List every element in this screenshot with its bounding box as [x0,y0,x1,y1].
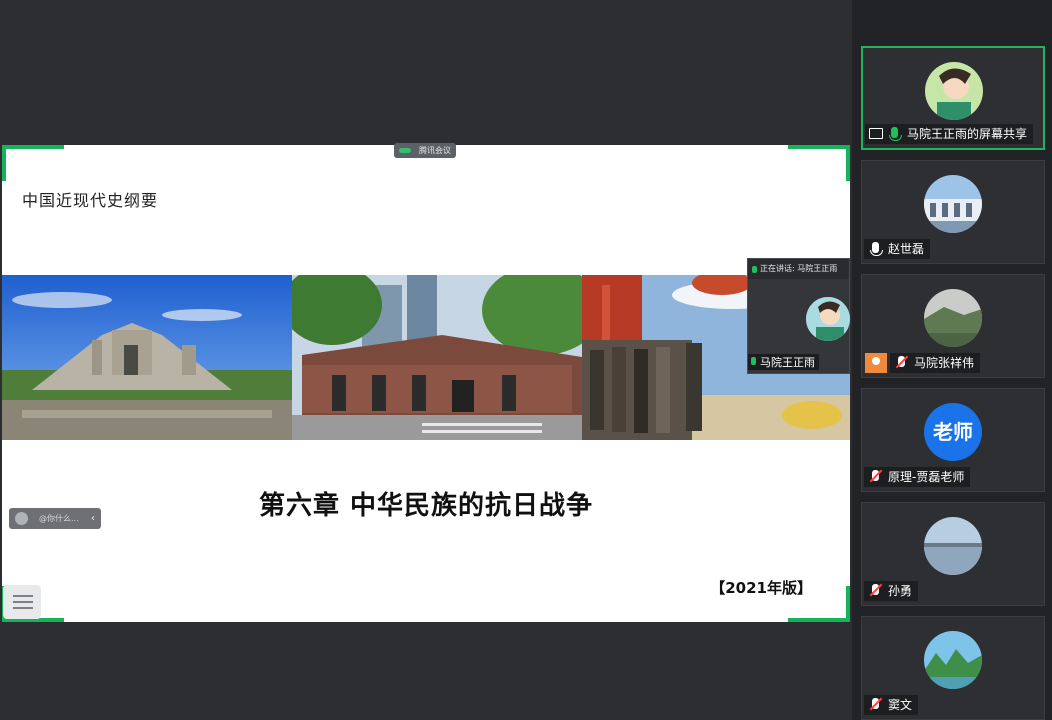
avatar [924,631,982,689]
participant-label: 马院张祥伟 [865,353,981,373]
avatar: 老师 [924,403,982,461]
slide-corner-marker [846,586,850,622]
avatar [924,175,982,233]
speaker-name-tag: 马院王正雨 [748,354,819,370]
screen-share-icon [869,128,883,139]
app-logo-icon [399,148,411,153]
slide-corner-marker [788,618,850,622]
participant-label: 窦文 [864,695,919,715]
slide-corner-marker [788,145,850,149]
avatar [925,62,983,120]
participant-tile[interactable]: 赵世磊 [861,160,1045,264]
participant-tile[interactable]: 马院张祥伟 [861,274,1045,378]
ruins-photo [2,275,292,440]
speaker-name: 马院王正雨 [760,356,815,369]
participant-label: 赵世磊 [864,239,931,259]
participant-label: 原理-贾磊老师 [864,467,971,487]
chat-hint-text: @你什么... [39,514,79,523]
participant-name: 赵世磊 [888,242,925,256]
participant-label: 马院王正雨的屏幕共享 [865,124,1034,144]
participant-tile[interactable]: 老师 原理-贾磊老师 [861,388,1045,492]
participant-name: 原理-贾磊老师 [888,470,965,484]
user-icon [865,353,887,373]
mic-muted-icon [898,356,905,367]
app-chip-label: 腾讯会议 [419,146,451,155]
avatar [924,517,982,575]
speaking-indicator: 正在讲话: 马院王正雨 [748,259,849,279]
list-icon-line [13,607,33,609]
mic-muted-icon [872,470,879,481]
speaking-text: 正在讲话: 马院王正雨 [760,264,838,273]
meeting-app-chip[interactable]: 腾讯会议 [394,143,456,158]
chevron-left-icon[interactable]: ‹ [91,508,95,529]
chat-hint-bar[interactable]: @你什么... ‹ [9,508,101,529]
slide-corner-marker [2,145,64,149]
historic-building-photo [292,275,582,440]
mic-muted-icon [872,698,879,709]
meeting-window: 中国近现代史纲要 第六章 中华民族的抗日战争 【2021年版】 腾讯会议 @你什… [0,0,1052,720]
avatar [924,289,982,347]
slide-photo-banner [2,275,850,440]
participant-name: 孙勇 [888,584,913,598]
slide-corner-marker [846,145,850,181]
active-speaker-pip[interactable]: 正在讲话: 马院王正雨 马院王正雨 [747,258,850,374]
member-list-button[interactable] [3,585,41,619]
participant-name: 马院张祥伟 [914,356,975,370]
slide-corner-marker [2,145,6,181]
list-icon-line [13,601,33,603]
mic-icon [751,357,756,365]
slide-edition-label: 【2021年版】 [710,579,812,597]
list-icon [13,595,33,597]
slide-course-title: 中国近现代史纲要 [22,191,159,210]
participant-name: 马院王正雨的屏幕共享 [907,127,1028,141]
participant-tile[interactable]: 马院王正雨的屏幕共享 [861,46,1045,150]
participant-name: 窦文 [888,698,913,712]
shared-screen-stage: 中国近现代史纲要 第六章 中华民族的抗日战争 【2021年版】 腾讯会议 @你什… [0,0,852,720]
presentation-slide: 中国近现代史纲要 第六章 中华民族的抗日战争 【2021年版】 [2,145,850,622]
mic-muted-icon [872,584,879,595]
mic-active-icon [752,266,757,273]
speaker-avatar [806,297,850,341]
participants-panel: 马院王正雨的屏幕共享 赵世磊 马院张祥伟 老师 原理-贾磊老师 孙勇 窦文 [852,0,1052,720]
mic-on-icon [889,127,902,141]
participant-tile[interactable]: 窦文 [861,616,1045,720]
participant-tile[interactable]: 孙勇 [861,502,1045,606]
slide-chapter-heading: 第六章 中华民族的抗日战争 [258,491,594,521]
mic-on-icon [870,242,883,256]
avatar-icon [15,512,28,525]
participant-label: 孙勇 [864,581,919,601]
